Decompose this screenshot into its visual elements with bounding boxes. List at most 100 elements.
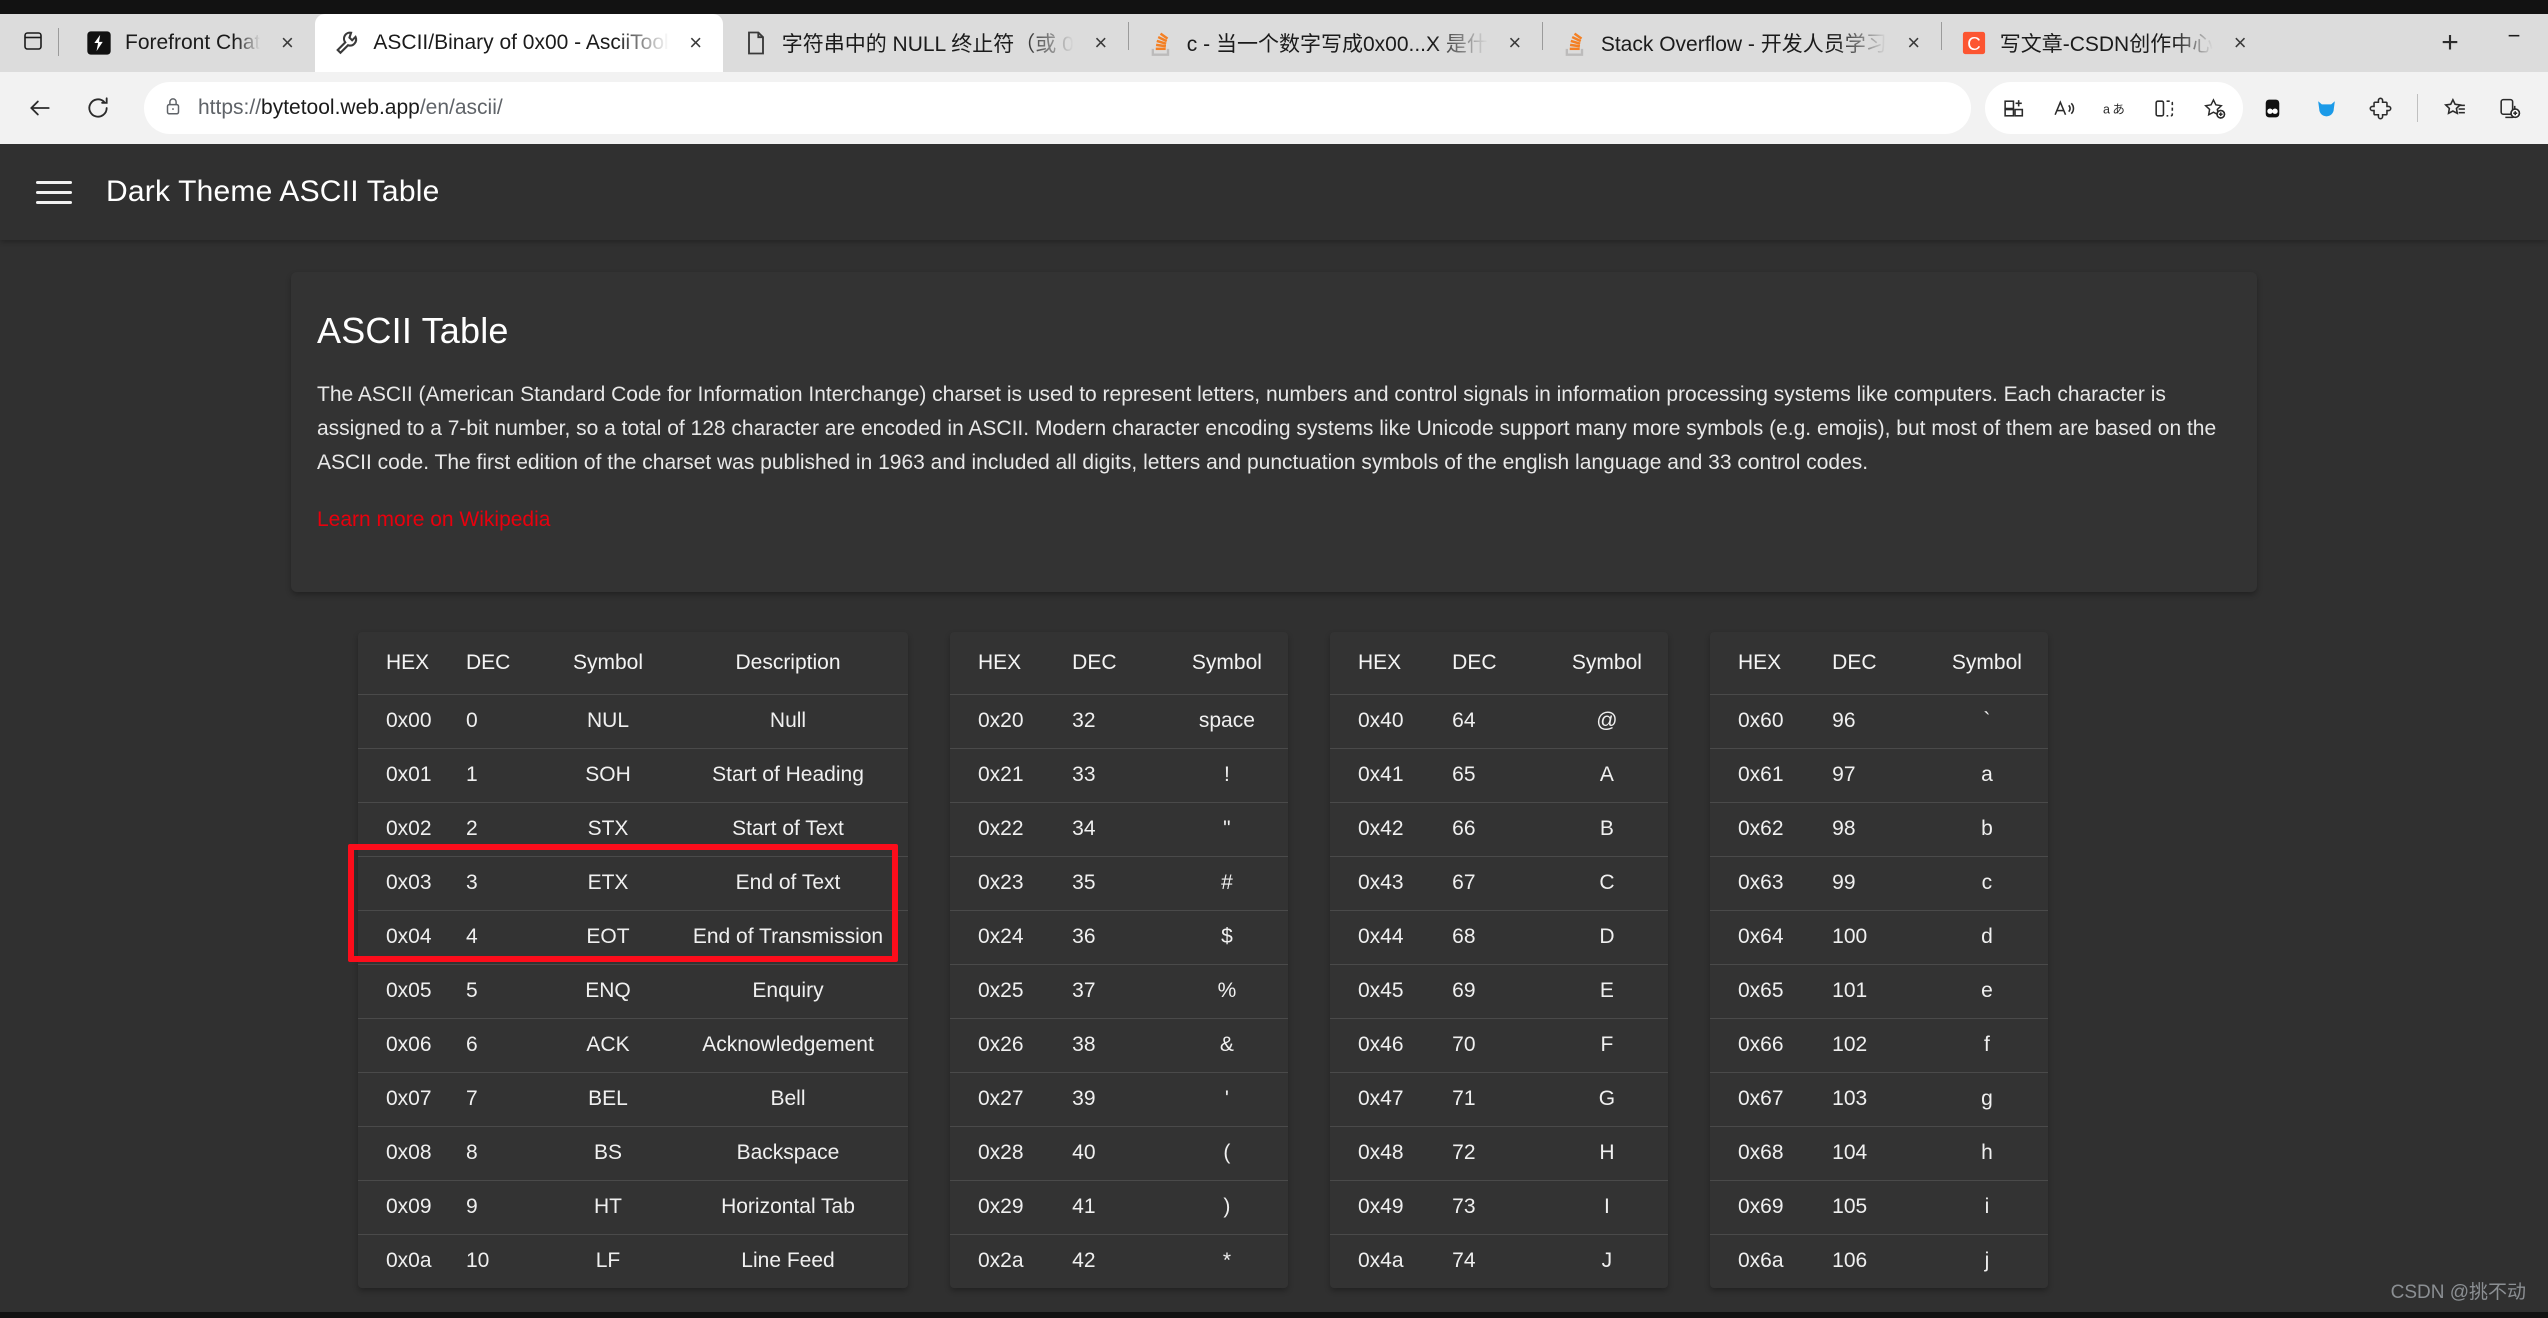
read-aloud-icon[interactable] bbox=[2039, 83, 2089, 133]
wikipedia-link[interactable]: Learn more on Wikipedia bbox=[317, 508, 550, 532]
table-row[interactable]: 0x26 38 & bbox=[950, 1018, 1288, 1072]
table-row[interactable]: 0x41 65 A bbox=[1330, 748, 1668, 802]
cell-sym: E bbox=[1599, 979, 1614, 1002]
cell-sym: ETX bbox=[587, 871, 629, 894]
table-row[interactable]: 0x20 32 space bbox=[950, 694, 1288, 748]
table-row[interactable]: 0x03 3 ETX End of Text bbox=[358, 856, 908, 910]
browser-tab-active[interactable]: ASCII/Binary of 0x00 - AsciiTool × bbox=[315, 14, 723, 72]
fox-extension-icon[interactable] bbox=[2301, 83, 2351, 133]
tab-title: 字符串中的 NULL 终止符（或 0 bbox=[781, 33, 1074, 56]
collections-icon[interactable] bbox=[2484, 83, 2534, 133]
table-row[interactable]: 0x64 100 d bbox=[1710, 910, 2048, 964]
cell-sym: STX bbox=[587, 817, 629, 840]
favorites-icon[interactable] bbox=[2430, 83, 2480, 133]
table-row[interactable]: 0x08 8 BS Backspace bbox=[358, 1126, 908, 1180]
split-screen-add-icon[interactable] bbox=[1989, 83, 2039, 133]
table-row[interactable]: 0x47 71 G bbox=[1330, 1072, 1668, 1126]
table-row[interactable]: 0x42 66 B bbox=[1330, 802, 1668, 856]
table-row[interactable]: 0x04 4 EOT End of Transmission bbox=[358, 910, 908, 964]
table-row[interactable]: 0x62 98 b bbox=[1710, 802, 2048, 856]
table-row[interactable]: 0x07 7 BEL Bell bbox=[358, 1072, 908, 1126]
table-row[interactable]: 0x63 99 c bbox=[1710, 856, 2048, 910]
info-heading: ASCII Table bbox=[317, 310, 509, 351]
table-row[interactable]: 0x01 1 SOH Start of Heading bbox=[358, 748, 908, 802]
cell-hex: 0x29 bbox=[978, 1195, 1024, 1218]
new-tab-button[interactable]: + bbox=[2426, 19, 2474, 67]
table-row[interactable]: 0x68 104 h bbox=[1710, 1126, 2048, 1180]
table-row[interactable]: 0x09 9 HT Horizontal Tab bbox=[358, 1180, 908, 1234]
panda-extension-icon[interactable] bbox=[2247, 83, 2297, 133]
table-row[interactable]: 0x65 101 e bbox=[1710, 964, 2048, 1018]
table-row[interactable]: 0x45 69 E bbox=[1330, 964, 1668, 1018]
table-row[interactable]: 0x29 41) bbox=[950, 1180, 1288, 1234]
back-arrow-icon[interactable] bbox=[14, 82, 66, 134]
table-row[interactable]: 0x21 33! bbox=[950, 748, 1288, 802]
hamburger-menu-icon[interactable] bbox=[36, 180, 72, 204]
table-row[interactable]: 0x61 97 a bbox=[1710, 748, 2048, 802]
table-row[interactable]: 0x22 34 " bbox=[950, 802, 1288, 856]
table-row[interactable]: 0x00 0 NUL Null bbox=[358, 694, 908, 748]
table-row[interactable]: 0x06 6 ACK Acknowledgement bbox=[358, 1018, 908, 1072]
cell-sym: ` bbox=[1983, 709, 1991, 732]
column-header-hex: HEX bbox=[978, 650, 1022, 674]
cell-hex: 0x23 bbox=[978, 871, 1024, 894]
cell-sym: h bbox=[1981, 1141, 1993, 1164]
cell-sym: ( bbox=[1223, 1141, 1231, 1164]
tab-close-icon[interactable]: × bbox=[1086, 28, 1116, 58]
table-header-row: HEX DEC Symbol bbox=[1710, 632, 2048, 694]
table-row[interactable]: 0x05 5 ENQ Enquiry bbox=[358, 964, 908, 1018]
table-row[interactable]: 0x69 105 i bbox=[1710, 1180, 2048, 1234]
table-row[interactable]: 0x4a 74 J bbox=[1330, 1234, 1668, 1288]
cell-sym: @ bbox=[1596, 709, 1618, 732]
cell-hex: 0x0a bbox=[386, 1249, 432, 1273]
reload-icon[interactable] bbox=[72, 82, 124, 134]
table-row[interactable]: 0x02 2 STX Start of Text bbox=[358, 802, 908, 856]
wrench-icon bbox=[333, 29, 361, 57]
tab-title: Stack Overflow - 开发人员学习 bbox=[1600, 33, 1887, 56]
table-row[interactable]: 0x48 72 H bbox=[1330, 1126, 1668, 1180]
tab-close-icon[interactable]: × bbox=[2225, 28, 2255, 58]
browser-tab[interactable]: C 写文章-CSDN创作中心 × bbox=[1942, 14, 2268, 72]
cell-dec: 98 bbox=[1832, 817, 1856, 840]
table-row[interactable]: 0x23 35 # bbox=[950, 856, 1288, 910]
table-row[interactable]: 0x28 40 ( bbox=[950, 1126, 1288, 1180]
table-row[interactable]: 0x49 73 I bbox=[1330, 1180, 1668, 1234]
table-row[interactable]: 0x27 39 ' bbox=[950, 1072, 1288, 1126]
address-bar[interactable]: https://bytetool.web.app/en/ascii/ bbox=[144, 82, 1971, 134]
table-row[interactable]: 0x46 70 F bbox=[1330, 1018, 1668, 1072]
add-favorite-icon[interactable] bbox=[2189, 83, 2239, 133]
table-row[interactable]: 0x0a 10 LF Line Feed bbox=[358, 1234, 908, 1288]
table-row[interactable]: 0x24 36 $ bbox=[950, 910, 1288, 964]
tab-close-icon[interactable]: × bbox=[1500, 28, 1530, 58]
table-row[interactable]: 0x44 68 D bbox=[1330, 910, 1668, 964]
table-row[interactable]: 0x43 67 C bbox=[1330, 856, 1668, 910]
cell-dec: 99 bbox=[1832, 871, 1856, 894]
table-row[interactable]: 0x40 64 @ bbox=[1330, 694, 1668, 748]
cell-dec: 1 bbox=[466, 763, 478, 786]
cell-hex: 0x4a bbox=[1358, 1249, 1404, 1273]
table-row[interactable]: 0x6a 106 j bbox=[1710, 1234, 2048, 1288]
browser-tab[interactable]: c - 当一个数字写成0x00...X 是什 × bbox=[1129, 14, 1542, 72]
browser-tab[interactable]: 字符串中的 NULL 终止符（或 0 × bbox=[724, 14, 1128, 72]
tab-close-icon[interactable]: × bbox=[1899, 28, 1929, 58]
tab-close-icon[interactable]: × bbox=[272, 28, 302, 58]
minimize-button[interactable]: − bbox=[2480, 14, 2548, 58]
cell-sym: H bbox=[1599, 1141, 1615, 1164]
table-row[interactable]: 0x2a 42 * bbox=[950, 1234, 1288, 1288]
url-text: https://bytetool.web.app/en/ascii/ bbox=[198, 96, 503, 120]
table-row[interactable]: 0x67 103 g bbox=[1710, 1072, 2048, 1126]
browser-tab[interactable]: Stack Overflow - 开发人员学习 × bbox=[1543, 14, 1941, 72]
browser-essentials-icon[interactable] bbox=[2139, 83, 2189, 133]
puzzle-extension-icon[interactable] bbox=[2355, 83, 2405, 133]
url-scheme: https:// bbox=[198, 96, 262, 119]
tab-actions-icon[interactable] bbox=[10, 12, 56, 70]
cell-desc: Start of Heading bbox=[712, 763, 864, 786]
translate-icon[interactable]: a あ bbox=[2089, 83, 2139, 133]
table-row[interactable]: 0x66 102 f bbox=[1710, 1018, 2048, 1072]
tab-close-icon[interactable]: × bbox=[681, 28, 711, 58]
cell-hex: 0x43 bbox=[1358, 871, 1404, 894]
cell-hex: 0x03 bbox=[386, 871, 432, 894]
browser-tab[interactable]: Forefront Chat × bbox=[67, 14, 314, 72]
table-row[interactable]: 0x25 37% bbox=[950, 964, 1288, 1018]
table-row[interactable]: 0x60 96 ` bbox=[1710, 694, 2048, 748]
